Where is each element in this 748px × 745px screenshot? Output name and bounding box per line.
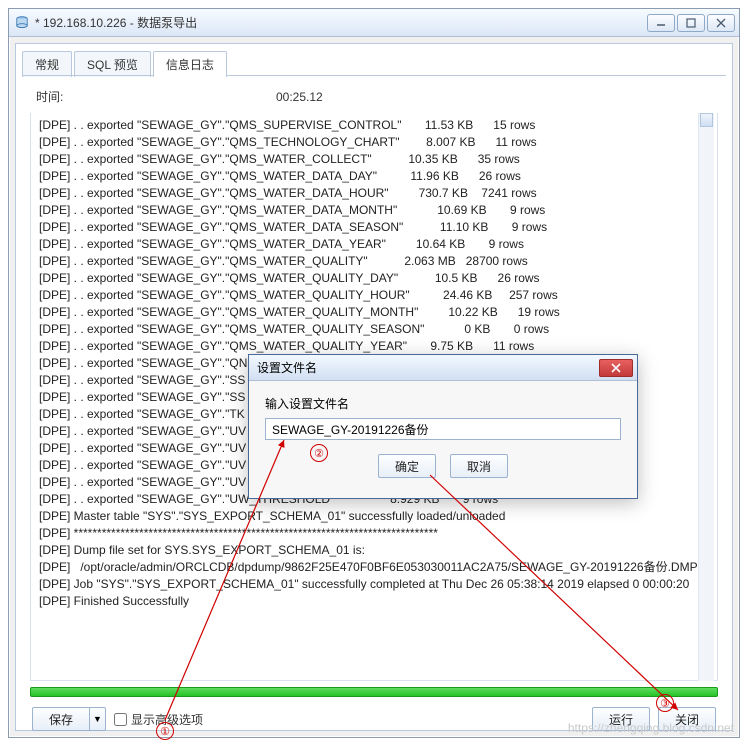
advanced-checkbox[interactable] xyxy=(114,713,127,726)
dialog-cancel-button[interactable]: 取消 xyxy=(450,454,508,478)
dialog-ok-button[interactable]: 确定 xyxy=(378,454,436,478)
database-icon xyxy=(15,16,29,30)
dialog-input-label: 输入设置文件名 xyxy=(265,395,621,412)
save-split-button[interactable]: 保存 ▼ xyxy=(32,707,106,731)
scrollbar-thumb[interactable] xyxy=(700,113,713,127)
filename-input[interactable] xyxy=(265,418,621,440)
filename-dialog: 设置文件名 输入设置文件名 确定 取消 xyxy=(248,354,638,499)
advanced-label: 显示高级选项 xyxy=(131,711,203,728)
advanced-options-check[interactable]: 显示高级选项 xyxy=(114,711,203,728)
time-label: 时间: xyxy=(36,88,276,105)
maximize-button[interactable] xyxy=(677,14,705,32)
tab-general[interactable]: 常规 xyxy=(22,51,72,77)
save-dropdown-icon[interactable]: ▼ xyxy=(90,707,106,731)
close-window-button[interactable]: 关闭 xyxy=(658,707,716,731)
dialog-title: 设置文件名 xyxy=(257,359,599,376)
tab-strip: 常规 SQL 预览 信息日志 xyxy=(16,44,732,76)
time-row: 时间: 00:25.12 xyxy=(36,88,722,105)
titlebar[interactable]: * 192.168.10.226 - 数据泵导出 xyxy=(9,9,739,37)
save-button[interactable]: 保存 xyxy=(32,707,90,731)
dialog-close-button[interactable] xyxy=(599,359,633,377)
tab-info-log[interactable]: 信息日志 xyxy=(153,51,227,77)
progress-bar xyxy=(30,687,718,697)
log-scrollbar[interactable] xyxy=(698,113,714,681)
run-button[interactable]: 运行 xyxy=(592,707,650,731)
bottom-bar: 保存 ▼ 显示高级选项 运行 关闭 xyxy=(26,707,722,737)
dialog-titlebar[interactable]: 设置文件名 xyxy=(249,355,637,381)
window-title: * 192.168.10.226 - 数据泵导出 xyxy=(35,14,647,31)
minimize-button[interactable] xyxy=(647,14,675,32)
tab-sql-preview[interactable]: SQL 预览 xyxy=(74,51,151,77)
close-button[interactable] xyxy=(707,14,735,32)
time-value: 00:25.12 xyxy=(276,90,323,104)
